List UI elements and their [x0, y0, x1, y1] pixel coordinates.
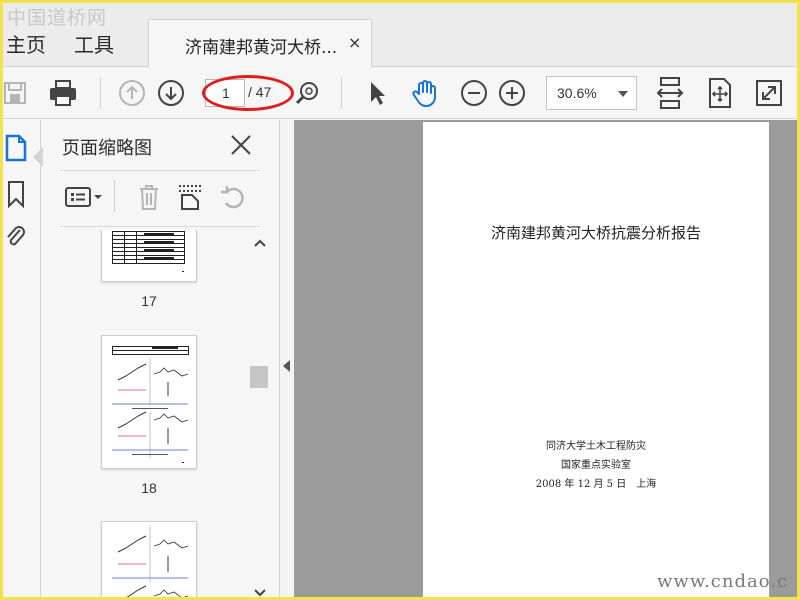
scroll-down-icon[interactable] — [253, 588, 267, 598]
document-page: 济南建邦黄河大桥抗震分析报告 同济大学土木工程防灾 国家重点实验室 2008 年… — [423, 122, 769, 597]
thumbnail-content — [112, 526, 189, 597]
thumbnail-page-17[interactable] — [101, 230, 197, 282]
chevron-down-icon — [618, 91, 628, 97]
fit-page-icon[interactable] — [704, 77, 736, 109]
thumbnail-label: 18 — [141, 480, 157, 496]
full-screen-icon[interactable] — [753, 77, 785, 109]
highlight-ellipse — [202, 75, 294, 111]
panel-pointer — [33, 147, 43, 167]
zoom-in-icon[interactable] — [496, 77, 528, 109]
toolbar-divider — [341, 77, 342, 109]
thumbnails-panel: 页面缩略图 17 18 — [42, 120, 278, 598]
select-cursor-icon[interactable] — [361, 77, 393, 109]
panel-title: 页面缩略图 — [62, 138, 152, 159]
panel-divider — [60, 226, 260, 227]
thumbnails-scrollbar[interactable] — [249, 230, 271, 598]
scrollbar-thumb[interactable] — [250, 366, 268, 388]
nav-home[interactable]: 主页 — [6, 29, 46, 58]
attachment-icon[interactable] — [5, 222, 31, 252]
rotate-page-icon[interactable] — [216, 180, 248, 214]
document-org-line2: 国家重点实验室 — [561, 460, 631, 471]
close-icon[interactable] — [228, 132, 254, 158]
zoom-value: 30.6% — [557, 85, 597, 101]
thumbnail-page-18[interactable] — [101, 335, 197, 469]
toolbar-divider — [100, 77, 101, 109]
thumbnails-list: 17 18 — [42, 230, 260, 597]
document-tab[interactable]: 济南建邦黄河大桥... × — [148, 19, 372, 67]
panel-toolbar-divider — [114, 180, 115, 212]
bookmark-icon[interactable] — [5, 180, 31, 210]
main-toolbar: 1 / 47 30.6% — [3, 67, 797, 119]
scroll-up-icon[interactable] — [253, 238, 267, 248]
previous-page-icon[interactable] — [116, 77, 148, 109]
navigation-rail — [3, 120, 41, 597]
tab-close-button[interactable]: × — [348, 33, 361, 52]
app-window: 中国道桥网 主页 工具 济南建邦黄河大桥... × 1 / 47 30.6% 页… — [0, 0, 800, 600]
watermark-bottom: www.cndao.c — [657, 571, 789, 592]
document-date: 2008 年 12 月 5 日 上海 — [535, 479, 657, 490]
insert-page-icon[interactable] — [174, 180, 206, 214]
panel-collapse-handle[interactable] — [279, 120, 293, 597]
thumbnail-content — [112, 231, 185, 272]
next-page-icon[interactable] — [155, 77, 187, 109]
document-title: 济南建邦黄河大桥抗震分析报告 — [490, 224, 701, 242]
thumbnail-content — [112, 346, 189, 463]
thumbnail-label: 17 — [141, 293, 157, 309]
zoom-out-icon[interactable] — [458, 77, 490, 109]
print-icon[interactable] — [47, 77, 79, 109]
delete-page-icon[interactable] — [134, 180, 164, 214]
thumbnail-options-icon[interactable] — [62, 180, 106, 214]
save-icon[interactable] — [3, 77, 31, 109]
watermark-top: 中国道桥网 — [7, 7, 108, 29]
thumbnail-page-19[interactable] — [101, 521, 197, 597]
document-org-line1: 同济大学土木工程防灾 — [546, 441, 646, 452]
hand-tool-icon[interactable] — [409, 77, 441, 109]
zoom-select[interactable]: 30.6% — [546, 76, 637, 110]
zoom-find-icon[interactable] — [292, 77, 324, 109]
panel-divider — [60, 170, 260, 171]
collapse-left-icon — [283, 360, 290, 372]
document-view[interactable]: 济南建邦黄河大桥抗震分析报告 同济大学土木工程防灾 国家重点实验室 2008 年… — [294, 120, 797, 597]
fit-width-icon[interactable] — [654, 77, 686, 109]
nav-tools[interactable]: 工具 — [74, 29, 114, 58]
document-tab-title: 济南建邦黄河大桥... — [185, 38, 338, 58]
tab-bar: 中国道桥网 主页 工具 济南建邦黄河大桥... × — [3, 3, 797, 67]
page-thumbnails-icon[interactable] — [5, 134, 31, 164]
